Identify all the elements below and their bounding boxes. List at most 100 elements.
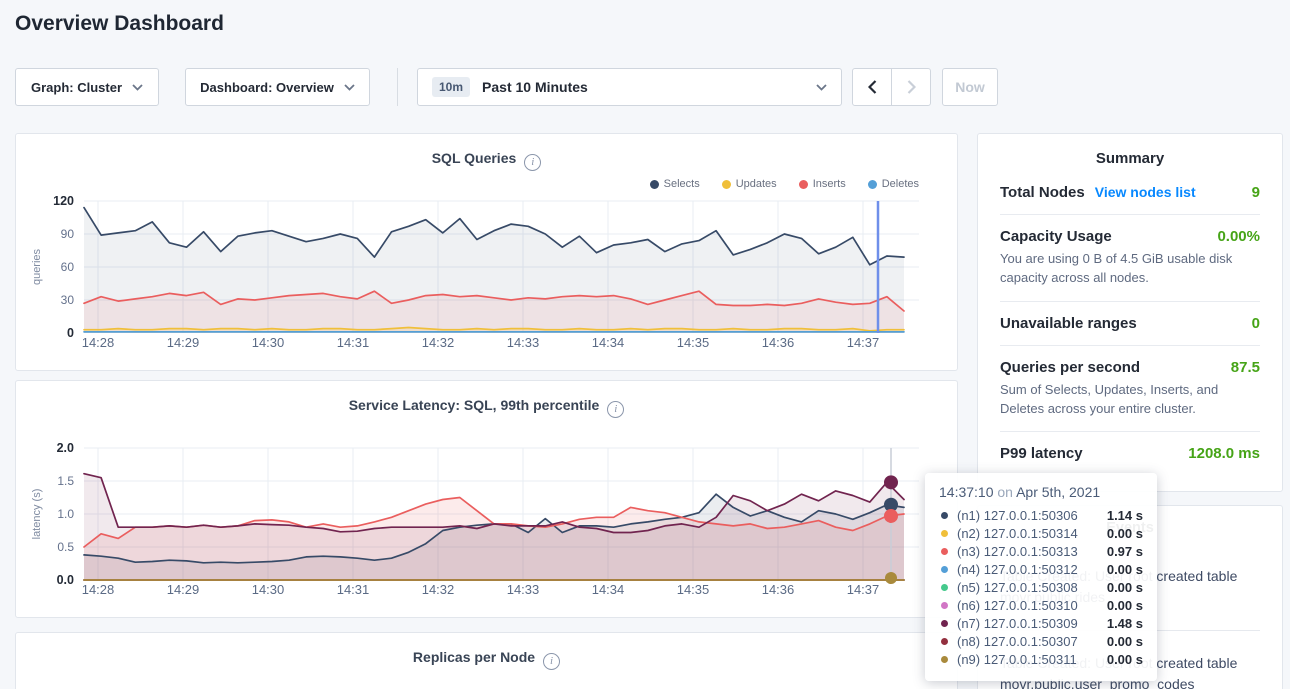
x-axis-tick-label: 14:29: [167, 335, 200, 350]
summary-desc: Sum of Selects, Updates, Inserts, and De…: [1000, 381, 1260, 419]
y-axis-tick-label: 1.5: [57, 474, 74, 488]
tooltip-node-dot: [941, 602, 948, 609]
chart-title: Replicas per Node: [413, 649, 535, 665]
tooltip-node-label: (n9) 127.0.0.1:50311: [957, 652, 1077, 667]
chevron-down-icon: [132, 84, 143, 91]
overview-dashboard-page: Overview Dashboard Graph: Cluster Dashbo…: [0, 0, 1290, 689]
tooltip-row: (n5) 127.0.0.1:50308 0.00 s: [939, 578, 1143, 596]
chevron-left-icon: [868, 80, 877, 94]
tooltip-row: (n3) 127.0.0.1:503130.97 s: [939, 542, 1143, 560]
view-nodes-link[interactable]: View nodes list: [1095, 184, 1196, 200]
chevron-right-icon: [907, 80, 916, 94]
tooltip-node-label: (n6) 127.0.0.1:50310: [957, 598, 1078, 613]
x-axis-tick-label: 14:31: [337, 582, 370, 597]
summary-label: Queries per second: [1000, 359, 1140, 376]
tooltip-node-value: 0.00 s: [1107, 580, 1143, 595]
summary-value: 0: [1252, 315, 1260, 332]
summary-label: Total Nodes: [1000, 184, 1085, 201]
tooltip-row: (n2) 127.0.0.1:50314 0.00 s: [939, 524, 1143, 542]
tooltip-node-dot: [941, 548, 948, 555]
tooltip-node-value: 1.14 s: [1107, 508, 1143, 523]
latency-panel: Service Latency: SQL, 99th percentilei 1…: [15, 380, 958, 618]
tooltip-row: (n8) 127.0.0.1:503070.00 s: [939, 632, 1143, 650]
tooltip-node-value: 0.97 s: [1107, 544, 1143, 559]
summary-label: Unavailable ranges: [1000, 315, 1137, 332]
tooltip-node-dot: [941, 512, 948, 519]
summary-value: 87.5: [1231, 359, 1260, 376]
x-axis-tick-label: 14:36: [762, 335, 795, 350]
tooltip-timestamp: 14:37:10 on Apr 5th, 2021: [939, 484, 1143, 500]
y-axis-tick-label: 0.5: [57, 540, 74, 554]
summary-value: 9: [1252, 184, 1260, 201]
x-axis-tick-label: 14:32: [422, 582, 455, 597]
tooltip-node-value: 0.00 s: [1107, 526, 1143, 541]
y-axis-tick-label: 30: [61, 293, 75, 307]
sql-queries-panel: SQL Queriesi SelectsUpdatesInsertsDelete…: [15, 133, 958, 371]
tooltip-row: (n6) 127.0.0.1:50310 0.00 s: [939, 596, 1143, 614]
x-axis-tick-label: 14:33: [507, 335, 540, 350]
x-axis-tick-label: 14:35: [677, 582, 710, 597]
y-axis-tick-label: 2.0: [57, 441, 74, 455]
time-range-badge: 10m: [432, 77, 470, 97]
x-axis-tick-label: 14:32: [422, 335, 455, 350]
tooltip-node-dot: [941, 566, 948, 573]
tooltip-row: (n7) 127.0.0.1:503091.48 s: [939, 614, 1143, 632]
chart-tooltip: 14:37:10 on Apr 5th, 2021 (n1) 127.0.0.1…: [925, 473, 1157, 681]
next-time-button[interactable]: [891, 68, 931, 106]
chart-header: Replicas per Node i: [16, 649, 957, 670]
page-title: Overview Dashboard: [15, 12, 224, 36]
x-axis-tick-label: 14:37: [847, 335, 880, 350]
summary-value: 1208.0 ms: [1188, 445, 1260, 462]
info-icon[interactable]: i: [543, 653, 560, 670]
summary-item: Queries per second 87.5 Sum of Selects, …: [1000, 345, 1260, 432]
tooltip-row: (n9) 127.0.0.1:50311 0.00 s: [939, 650, 1143, 668]
tooltip-node-dot: [941, 530, 948, 537]
tooltip-node-value: 0.00 s: [1107, 562, 1143, 577]
toolbar-divider: [397, 68, 398, 106]
time-range-label: Past 10 Minutes: [482, 79, 588, 95]
y-axis-tick-label: 1.0: [57, 507, 74, 521]
now-button[interactable]: Now: [942, 68, 998, 106]
replicas-panel: Replicas per Node i: [15, 632, 958, 689]
graph-dropdown-label: Graph: Cluster: [31, 80, 122, 95]
tooltip-node-dot: [941, 638, 948, 645]
x-axis-tick-label: 14:28: [82, 335, 115, 350]
x-axis-tick-label: 14:31: [337, 335, 370, 350]
x-axis-tick-label: 14:34: [592, 335, 625, 350]
tooltip-node-label: (n1) 127.0.0.1:50306: [957, 508, 1078, 523]
dashboard-dropdown[interactable]: Dashboard: Overview: [185, 68, 370, 106]
y-axis-tick-label: 0.0: [57, 573, 74, 587]
tooltip-node-value: 0.00 s: [1107, 652, 1143, 667]
y-axis-tick-label: 0: [67, 326, 74, 340]
prev-time-button[interactable]: [852, 68, 892, 106]
x-axis-tick-label: 14:30: [252, 582, 285, 597]
time-range-selector[interactable]: 10m Past 10 Minutes: [417, 68, 842, 106]
latency-chart[interactable]: 14:2814:2914:3014:3114:3214:3314:3414:35…: [16, 381, 959, 619]
tooltip-node-value: 0.00 s: [1107, 598, 1143, 613]
tooltip-node-value: 1.48 s: [1107, 616, 1143, 631]
tooltip-rows: (n1) 127.0.0.1:503061.14 s(n2) 127.0.0.1…: [939, 506, 1143, 668]
y-axis-label: latency (s): [31, 489, 43, 540]
tooltip-node-dot: [941, 620, 948, 627]
x-axis-tick-label: 14:29: [167, 582, 200, 597]
tooltip-node-dot: [941, 584, 948, 591]
y-axis-label: queries: [31, 248, 43, 285]
summary-item: P99 latency 1208.0 ms: [1000, 431, 1260, 475]
hover-dot: [885, 572, 897, 584]
summary-label: Capacity Usage: [1000, 228, 1112, 245]
x-axis-tick-label: 14:34: [592, 582, 625, 597]
x-axis-tick-label: 14:37: [847, 582, 880, 597]
tooltip-node-label: (n8) 127.0.0.1:50307: [957, 634, 1078, 649]
tooltip-node-label: (n4) 127.0.0.1:50312: [957, 562, 1078, 577]
tooltip-node-label: (n2) 127.0.0.1:50314: [957, 526, 1078, 541]
tooltip-node-label: (n5) 127.0.0.1:50308: [957, 580, 1078, 595]
sql-queries-chart[interactable]: 14:2814:2914:3014:3114:3214:3314:3414:35…: [16, 134, 959, 372]
summary-item: Total Nodes View nodes list 9: [1000, 171, 1260, 214]
x-axis-tick-label: 14:30: [252, 335, 285, 350]
summary-panel: Summary Total Nodes View nodes list 9 Ca…: [977, 133, 1283, 492]
summary-title: Summary: [1000, 150, 1260, 167]
tooltip-row: (n4) 127.0.0.1:50312 0.00 s: [939, 560, 1143, 578]
hover-dot: [884, 509, 898, 523]
x-axis-tick-label: 14:36: [762, 582, 795, 597]
graph-dropdown[interactable]: Graph: Cluster: [15, 68, 159, 106]
